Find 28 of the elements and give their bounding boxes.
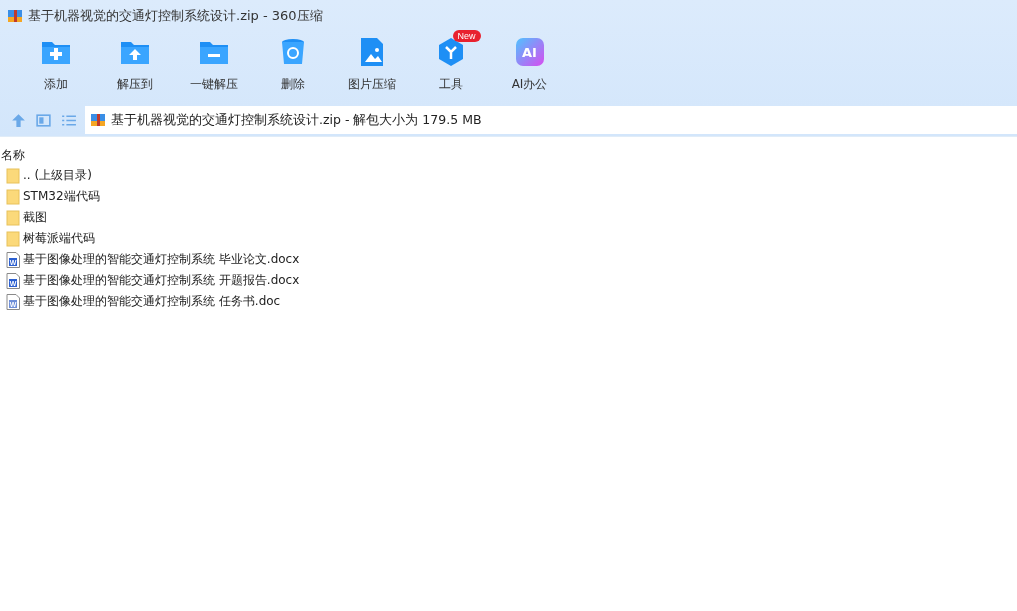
ai-icon: AI	[515, 38, 544, 66]
toolbar-button[interactable]: New 工具	[411, 32, 490, 104]
new-badge: New	[452, 30, 481, 42]
up-arrow-icon[interactable]	[10, 111, 27, 129]
address-bar[interactable]: 基于机器视觉的交通灯控制系统设计.zip - 解包大小为 179.5 MB	[85, 106, 1017, 134]
toolbar-button[interactable]: AI AI办公	[490, 32, 569, 104]
file-name[interactable]: 基于图像处理的智能交通灯控制系统 毕业论文.docx	[23, 251, 300, 268]
column-header[interactable]: 名称	[0, 147, 1017, 165]
file-name[interactable]: 树莓派端代码	[23, 230, 95, 247]
file-name[interactable]: 基于图像处理的智能交通灯控制系统 任务书.doc	[23, 293, 281, 310]
toolbar-button[interactable]: 图片压缩	[332, 32, 411, 104]
toolbar-button[interactable]: 添加	[16, 32, 95, 104]
folder-icon	[6, 209, 20, 226]
file-name[interactable]: 截图	[23, 209, 47, 226]
toolbar-button[interactable]: 解压到	[95, 32, 174, 104]
file-name[interactable]: .. (上级目录)	[23, 167, 92, 184]
file-name[interactable]: STM32端代码	[23, 188, 100, 205]
folder-icon	[6, 230, 20, 247]
folder-icon	[6, 188, 20, 205]
archive-path: 基于机器视觉的交通灯控制系统设计.zip - 解包大小为 179.5 MB	[111, 111, 482, 129]
thumbnail-view-icon[interactable]	[35, 111, 52, 129]
toolbar-button[interactable]: 一键解压	[174, 32, 253, 104]
toolbar-button[interactable]: 删除	[253, 32, 332, 104]
file-name[interactable]: 基于图像处理的智能交通灯控制系统 开题报告.docx	[23, 272, 300, 289]
archive-icon	[90, 112, 106, 128]
folder-icon	[6, 167, 20, 184]
archive-icon	[7, 8, 23, 24]
window-title: 基于机器视觉的交通灯控制系统设计.zip - 360压缩	[28, 7, 323, 25]
